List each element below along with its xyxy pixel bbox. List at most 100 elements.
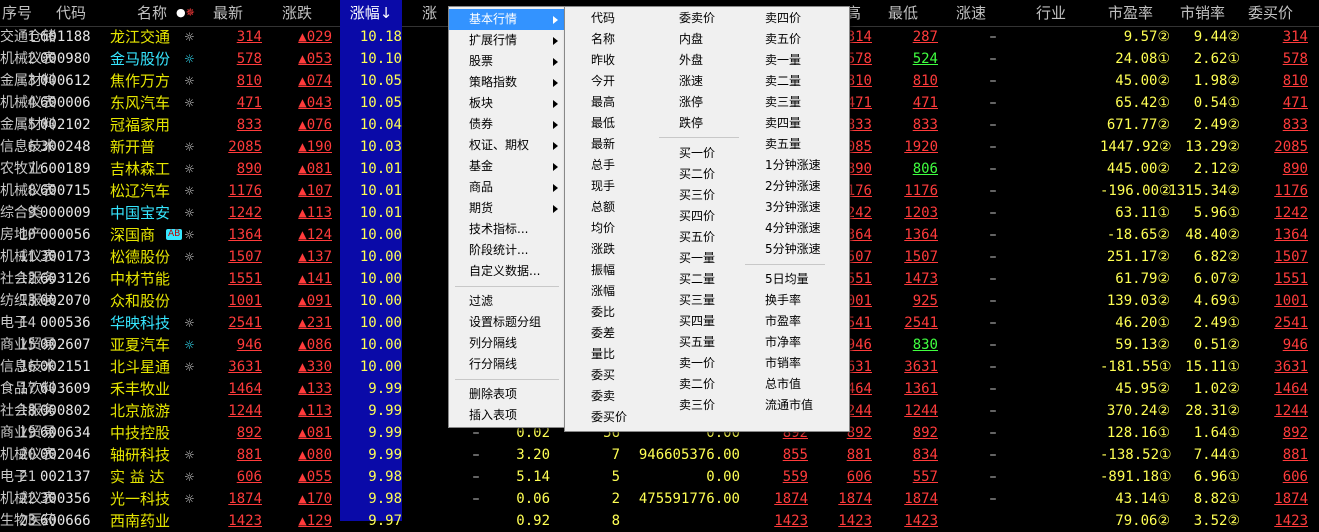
col-header-bid[interactable]: 委买价 <box>1248 0 1293 26</box>
pct-change: 9.99 <box>368 447 402 463</box>
menu-item[interactable]: 列分隔线 <box>449 333 565 354</box>
submenu-item[interactable]: 买四量 <box>679 311 715 332</box>
submenu-item[interactable]: 量比 <box>591 344 615 365</box>
menu-item[interactable]: 股票 <box>449 51 565 72</box>
submenu-item[interactable]: 均价 <box>591 218 615 239</box>
submenu-item[interactable]: 5日均量 <box>765 269 809 290</box>
table-row[interactable]: 22 300356 光一科技 ☼ 1874 ▲170 9.98–0.06 2 475591776… <box>0 488 1319 510</box>
pct-change: 10.00 <box>359 315 402 331</box>
submenu-item[interactable]: 名称 <box>591 29 615 50</box>
submenu-item[interactable]: 换手率 <box>765 290 801 311</box>
submenu-item[interactable]: 振幅 <box>591 260 615 281</box>
submenu-item[interactable]: 买一量 <box>679 248 715 269</box>
submenu-item[interactable]: 买二价 <box>679 164 715 185</box>
menu-item[interactable]: 权证、期权 <box>449 135 565 156</box>
menu-item[interactable]: 自定义数据... <box>449 261 565 282</box>
menu-item[interactable]: 删除表项 <box>449 384 565 405</box>
submenu-item[interactable]: 流通市值 <box>765 395 813 416</box>
menu-item[interactable]: 设置标题分组 <box>449 312 565 333</box>
menu-item[interactable]: 基金 <box>449 156 565 177</box>
table-row[interactable]: 20 002046 轴研科技 ☼ 881 ▲080 9.99–3.20 7 946605376.… <box>0 444 1319 466</box>
submenu-item[interactable]: 买二量 <box>679 269 715 290</box>
submenu-item[interactable]: 委买 <box>591 365 615 386</box>
submenu-item[interactable]: 4分钟涨速 <box>765 218 821 239</box>
submenu-item[interactable]: 委卖价 <box>679 8 715 29</box>
submenu-item[interactable]: 内盘 <box>679 29 703 50</box>
submenu-item[interactable]: 跌停 <box>679 113 703 134</box>
submenu-item[interactable]: 总手 <box>591 155 615 176</box>
table-row[interactable]: 21 002137 实 益 达 ☼ 606 ▲055 9.98–5.14 5 0.00 559 60… <box>0 466 1319 488</box>
star-icon <box>184 114 198 136</box>
submenu-item[interactable]: 涨速 <box>679 71 703 92</box>
submenu-item[interactable]: 外盘 <box>679 50 703 71</box>
submenu-item[interactable]: 涨停 <box>679 92 703 113</box>
submenu-item[interactable]: 市盈率 <box>765 311 801 332</box>
submenu-item[interactable]: 买三价 <box>679 185 715 206</box>
col-header-ps[interactable]: 市销率 <box>1180 0 1225 26</box>
turnover-amount: 0.00 <box>706 469 740 485</box>
menu-item[interactable]: 技术指标... <box>449 219 565 240</box>
submenu-item[interactable]: 1分钟涨速 <box>765 155 821 176</box>
submenu-item[interactable]: 委差 <box>591 323 615 344</box>
submenu-item[interactable]: 现手 <box>591 176 615 197</box>
col-header-speed[interactable]: 涨速 <box>956 0 986 26</box>
col-header-name[interactable]: 名称 <box>137 0 167 26</box>
submenu-item[interactable]: 卖一价 <box>679 353 715 374</box>
menu-item[interactable]: 插入表项 <box>449 405 565 426</box>
menu-item[interactable]: 阶段统计... <box>449 240 565 261</box>
submenu-item[interactable]: 涨幅 <box>591 281 615 302</box>
table-row[interactable]: 23 600666 西南药业 1423 ▲129 9.97 0.92 8 1423 1423 142… <box>0 510 1319 532</box>
submenu-item[interactable]: 卖二量 <box>765 71 801 92</box>
submenu-item[interactable]: 卖一量 <box>765 50 801 71</box>
menu-item[interactable]: 过滤 <box>449 291 565 312</box>
submenu-item[interactable]: 5分钟涨速 <box>765 239 821 260</box>
submenu-item[interactable]: 委买价 <box>591 407 627 428</box>
submenu-item[interactable]: 昨收 <box>591 50 615 71</box>
submenu-item[interactable]: 今开 <box>591 71 615 92</box>
submenu-item[interactable]: 涨跌 <box>591 239 615 260</box>
submenu-item[interactable]: 卖三量 <box>765 92 801 113</box>
col-header-industry[interactable]: 行业 <box>1036 0 1066 26</box>
col-header-chg[interactable]: 涨跌 <box>282 0 312 26</box>
submenu-item[interactable]: 总市值 <box>765 374 801 395</box>
submenu-item[interactable]: 卖二价 <box>679 374 715 395</box>
submenu-item[interactable]: 最高 <box>591 92 615 113</box>
submenu-item[interactable]: 最新 <box>591 134 615 155</box>
menu-item[interactable]: 扩展行情 <box>449 30 565 51</box>
col-header-pe[interactable]: 市盈率 <box>1108 0 1153 26</box>
submenu-item[interactable]: 卖四价 <box>765 8 801 29</box>
menu-item[interactable]: 板块 <box>449 93 565 114</box>
col-header-idx[interactable]: 序号 <box>2 0 32 26</box>
col-header-cut[interactable]: 涨 <box>422 0 437 26</box>
submenu-item[interactable]: 代码 <box>591 8 615 29</box>
submenu-item[interactable]: 买五量 <box>679 332 715 353</box>
menu-item[interactable]: 期货 <box>449 198 565 219</box>
submenu-item[interactable]: 市销率 <box>765 353 801 374</box>
menu-item[interactable]: 债券 <box>449 114 565 135</box>
submenu-item[interactable]: 买四价 <box>679 206 715 227</box>
submenu-item[interactable]: 卖四量 <box>765 113 801 134</box>
submenu-item[interactable]: 市净率 <box>765 332 801 353</box>
submenu-item[interactable]: 买五价 <box>679 227 715 248</box>
submenu-item[interactable]: 委卖 <box>591 386 615 407</box>
submenu-item[interactable]: 卖三价 <box>679 395 715 416</box>
submenu-item[interactable]: 委比 <box>591 302 615 323</box>
submenu-item[interactable]: 卖五价 <box>765 29 801 50</box>
ps-ratio: 1.02② <box>1193 381 1240 397</box>
menu-item[interactable]: 商品 <box>449 177 565 198</box>
submenu-item[interactable]: 最低 <box>591 113 615 134</box>
low-price: 1364 <box>904 227 938 243</box>
col-header-latest[interactable]: 最新 <box>213 0 243 26</box>
submenu-item[interactable]: 总额 <box>591 197 615 218</box>
col-header-low[interactable]: 最低 <box>888 0 918 26</box>
submenu-item[interactable]: 3分钟涨速 <box>765 197 821 218</box>
menu-item[interactable]: 行分隔线 <box>449 354 565 375</box>
submenu-item[interactable]: 买一价 <box>679 143 715 164</box>
submenu-item[interactable]: 买三量 <box>679 290 715 311</box>
menu-item[interactable]: 基本行情 <box>449 9 565 30</box>
submenu-item[interactable]: 2分钟涨速 <box>765 176 821 197</box>
menu-item[interactable]: 策略指数 <box>449 72 565 93</box>
col-header-pct[interactable]: 涨幅↓ <box>340 0 402 26</box>
submenu-item[interactable]: 卖五量 <box>765 134 801 155</box>
col-header-code[interactable]: 代码 <box>56 0 86 26</box>
